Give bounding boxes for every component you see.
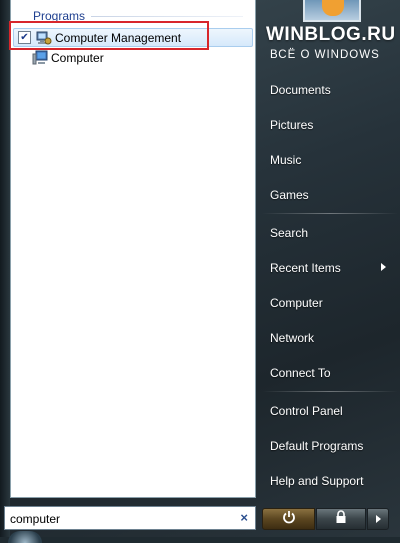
divider bbox=[262, 213, 398, 214]
search-results-pane: Programs ✔ Computer Management Computer bbox=[10, 0, 256, 498]
menu-item-default-programs[interactable]: Default Programs bbox=[270, 439, 363, 453]
annotation-highlight-box bbox=[9, 21, 209, 50]
user-picture[interactable] bbox=[303, 0, 361, 22]
menu-item-music[interactable]: Music bbox=[270, 153, 301, 167]
menu-item-network[interactable]: Network bbox=[270, 331, 314, 345]
shutdown-options-button[interactable] bbox=[367, 508, 389, 530]
power-button[interactable] bbox=[262, 508, 315, 530]
start-orb[interactable] bbox=[8, 531, 42, 543]
search-input[interactable]: computer × bbox=[4, 506, 256, 530]
watermark-subtitle: ВСЁ О WINDOWS bbox=[270, 49, 380, 61]
menu-item-documents[interactable]: Documents bbox=[270, 83, 331, 97]
menu-item-pictures[interactable]: Pictures bbox=[270, 118, 313, 132]
search-input-value: computer bbox=[10, 512, 61, 526]
arrow-right-icon bbox=[375, 515, 381, 523]
menu-item-computer[interactable]: Computer bbox=[270, 296, 323, 310]
result-item-computer[interactable]: Computer bbox=[13, 48, 253, 67]
menu-item-connect-to[interactable]: Connect To bbox=[270, 366, 331, 380]
result-item-label: Computer bbox=[51, 50, 104, 65]
menu-item-recent-items[interactable]: Recent Items bbox=[270, 261, 341, 275]
group-divider bbox=[91, 16, 243, 17]
lock-button[interactable] bbox=[316, 508, 366, 530]
left-edge bbox=[0, 0, 10, 537]
power-icon bbox=[282, 510, 296, 529]
divider bbox=[262, 391, 398, 392]
menu-item-games[interactable]: Games bbox=[270, 188, 309, 202]
clear-search-icon[interactable]: × bbox=[240, 510, 248, 525]
menu-item-control-panel[interactable]: Control Panel bbox=[270, 404, 343, 418]
menu-item-help-and-support[interactable]: Help and Support bbox=[270, 474, 363, 488]
menu-item-search[interactable]: Search bbox=[270, 226, 308, 240]
watermark-site: WINBLOG.RU bbox=[266, 24, 396, 45]
submenu-arrow-icon bbox=[381, 263, 386, 271]
computer-icon bbox=[32, 50, 48, 66]
lock-icon bbox=[335, 509, 347, 529]
